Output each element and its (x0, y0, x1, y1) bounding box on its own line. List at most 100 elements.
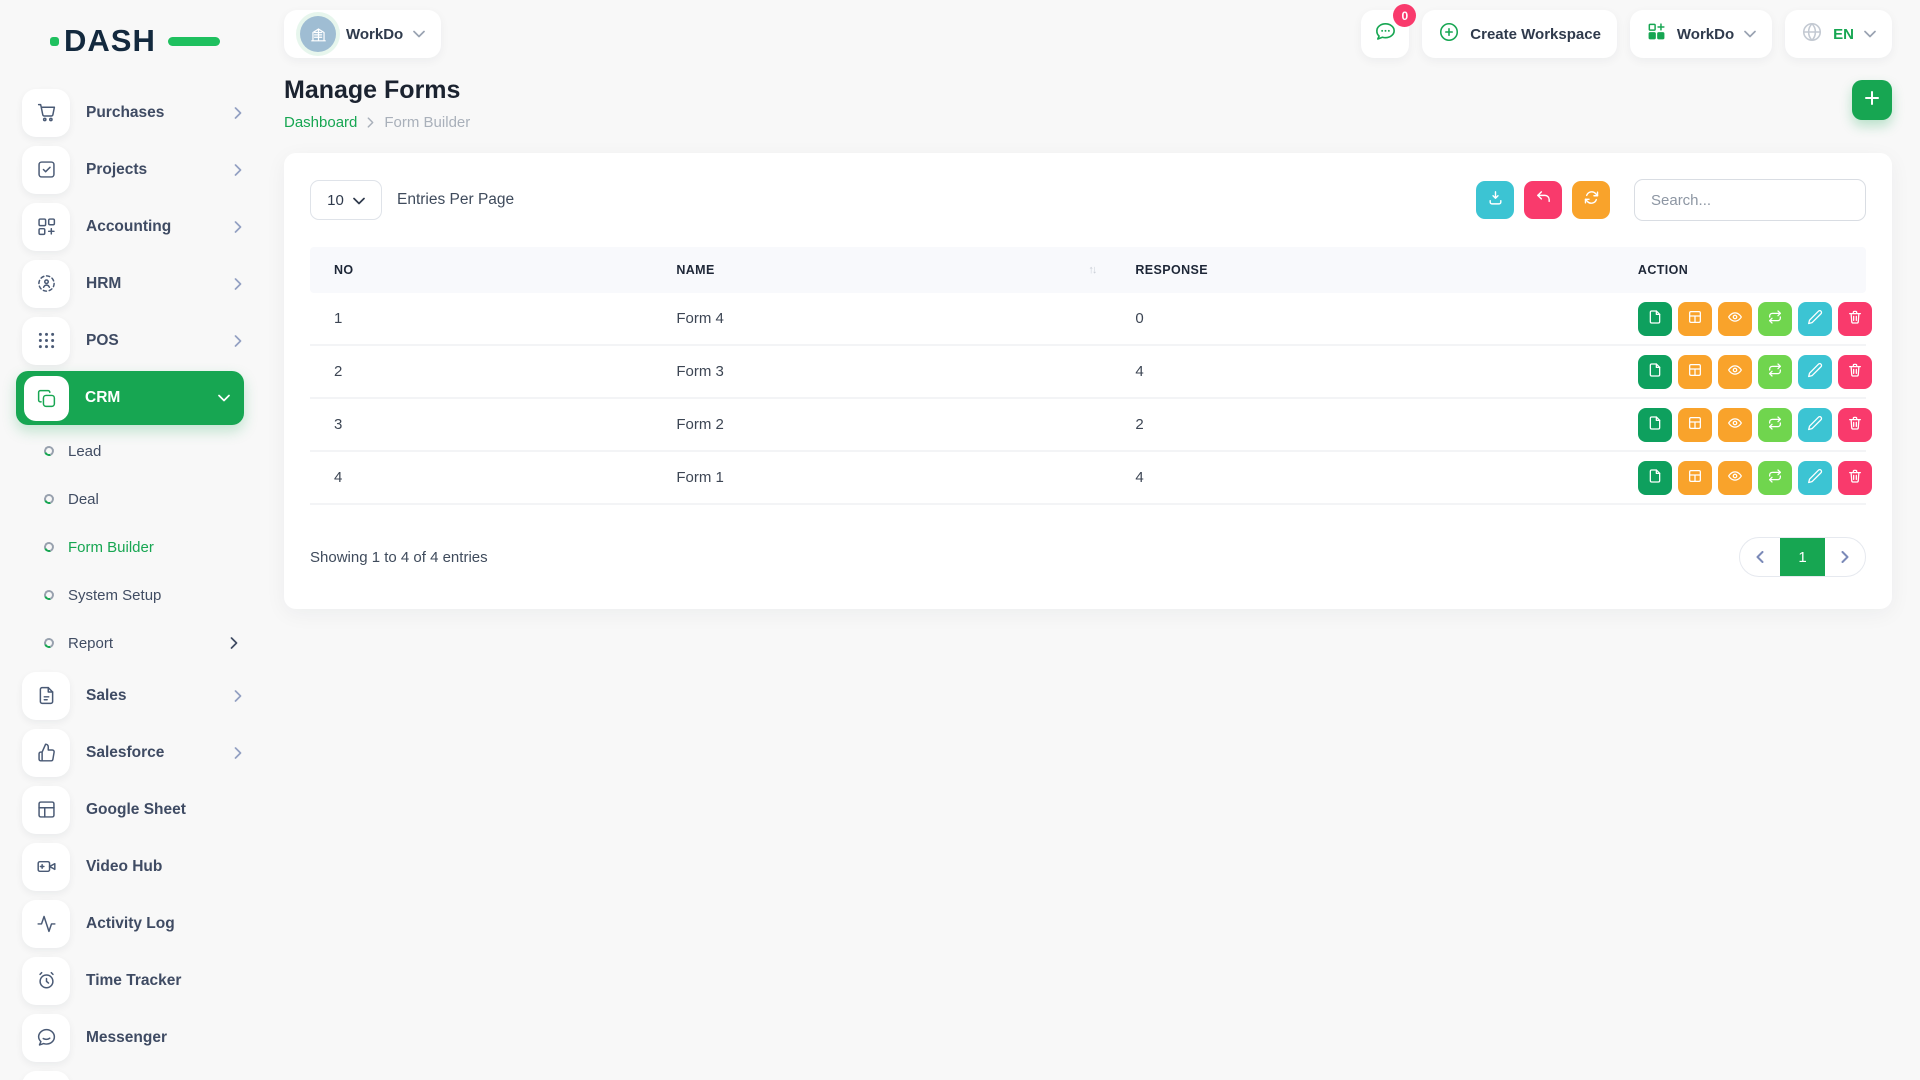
next-page-button[interactable] (1825, 538, 1865, 576)
eye-icon (1727, 468, 1743, 488)
sidebar-item-hrm[interactable]: HRM (0, 255, 258, 312)
language-selector[interactable]: EN (1785, 10, 1892, 58)
edit-button[interactable] (1798, 461, 1832, 495)
breadcrumb-dashboard-link[interactable]: Dashboard (284, 114, 357, 131)
sidebar-subitem-system-setup[interactable]: System Setup (0, 571, 258, 619)
column-header-response[interactable]: RESPONSE (1111, 263, 1614, 277)
sidebar-item-label: Google Sheet (86, 801, 186, 819)
create-workspace-button[interactable]: Create Workspace (1422, 10, 1617, 58)
column-header-no[interactable]: NO (310, 263, 652, 277)
sidebar-item-pos[interactable]: POS (0, 312, 258, 369)
edit-button[interactable] (1798, 408, 1832, 442)
fields-button[interactable] (1678, 302, 1712, 336)
previous-page-button[interactable] (1740, 538, 1780, 576)
entries-button[interactable] (1638, 461, 1672, 495)
convert-button[interactable] (1758, 461, 1792, 495)
undo-icon (1535, 189, 1552, 211)
edit-button[interactable] (1798, 355, 1832, 389)
sidebar-item-label: Accounting (86, 218, 171, 236)
sidebar-item-sales[interactable]: Sales (0, 667, 258, 724)
file-text-icon (22, 672, 70, 720)
sidebar-item-time-tracker[interactable]: Time Tracker (0, 952, 258, 1009)
sidebar-item-projects[interactable]: Projects (0, 141, 258, 198)
sidebar-item-video-hub[interactable]: Video Hub (0, 838, 258, 895)
page-number-button[interactable]: 1 (1780, 538, 1825, 576)
sidebar-item-label: Messenger (86, 1029, 167, 1047)
sidebar-item-accounting[interactable]: Accounting (0, 198, 258, 255)
entries-button[interactable] (1638, 355, 1672, 389)
fields-button[interactable] (1678, 408, 1712, 442)
forms-card: 10 Entries Per Page NO NAME ↑↓ (284, 153, 1892, 609)
eye-icon (1727, 415, 1743, 435)
workdo-menu-button[interactable]: WorkDo (1630, 10, 1772, 58)
convert-button[interactable] (1758, 302, 1792, 336)
sidebar-item-messenger[interactable]: Messenger (0, 1009, 258, 1066)
workspace-selector[interactable]: WorkDo (284, 10, 441, 58)
chevron-down-icon (413, 25, 425, 43)
sidebar-item-activity-log[interactable]: Activity Log (0, 895, 258, 952)
cell-name: Form 1 (652, 469, 1111, 486)
sidebar-subitem-form-builder[interactable]: Form Builder (0, 523, 258, 571)
chevron-right-icon (234, 747, 242, 759)
fields-button[interactable] (1678, 355, 1712, 389)
column-header-name-label: NAME (676, 263, 714, 277)
entries-button[interactable] (1638, 408, 1672, 442)
sidebar-subitem-label: Form Builder (68, 539, 154, 556)
sidebar-item-label: Time Tracker (86, 972, 181, 990)
edit-button[interactable] (1798, 302, 1832, 336)
view-button[interactable] (1718, 408, 1752, 442)
trash-icon (1847, 362, 1863, 382)
shuffle-icon (1767, 309, 1783, 329)
cell-response: 2 (1111, 416, 1614, 433)
chevron-right-icon (234, 278, 242, 290)
fields-button[interactable] (1678, 461, 1712, 495)
page-title: Manage Forms (284, 76, 470, 105)
sidebar-item-vehicle-inspection[interactable]: Vehicle Inspection (0, 1066, 258, 1080)
sidebar-subitem-lead[interactable]: Lead (0, 427, 258, 475)
search-input[interactable] (1634, 179, 1866, 221)
delete-button[interactable] (1838, 408, 1872, 442)
add-form-button[interactable] (1852, 80, 1892, 120)
export-button[interactable] (1476, 181, 1514, 219)
cell-name: Form 4 (652, 310, 1111, 327)
delete-button[interactable] (1838, 302, 1872, 336)
page-head: Manage Forms Dashboard Form Builder (258, 68, 1920, 131)
activity-icon (22, 900, 70, 948)
refresh-button[interactable] (1572, 181, 1610, 219)
circle-icon (42, 636, 55, 649)
delete-button[interactable] (1838, 355, 1872, 389)
entries-button[interactable] (1638, 302, 1672, 336)
brand-logo[interactable]: DASH (64, 22, 214, 60)
workspace-avatar (300, 16, 336, 52)
pagination: 1 (1739, 537, 1866, 577)
column-header-name[interactable]: NAME ↑↓ (652, 263, 1111, 277)
convert-button[interactable] (1758, 355, 1792, 389)
circle-icon (42, 444, 55, 457)
card-toolbar: 10 Entries Per Page (310, 179, 1866, 221)
convert-button[interactable] (1758, 408, 1792, 442)
topbar-right: 0 Create Workspace WorkDo EN (1361, 10, 1892, 58)
plus-circle-icon (1438, 21, 1460, 48)
sidebar-item-google-sheet[interactable]: Google Sheet (0, 781, 258, 838)
file-icon (1647, 362, 1663, 382)
entries-select[interactable]: 10 (310, 180, 382, 220)
sidebar-subitem-report[interactable]: Report (0, 619, 258, 667)
cell-name: Form 2 (652, 416, 1111, 433)
reset-button[interactable] (1524, 181, 1562, 219)
chevron-right-icon (367, 117, 374, 128)
view-button[interactable] (1718, 355, 1752, 389)
shuffle-icon (1767, 468, 1783, 488)
thumbs-up-icon (22, 729, 70, 777)
pencil-icon (1807, 415, 1823, 435)
sidebar: DASH Purchases Projects Accounting HRM P… (0, 0, 258, 1080)
sidebar-subitem-deal[interactable]: Deal (0, 475, 258, 523)
sort-icon[interactable]: ↑↓ (1088, 264, 1095, 276)
sidebar-item-salesforce[interactable]: Salesforce (0, 724, 258, 781)
view-button[interactable] (1718, 302, 1752, 336)
sidebar-item-crm[interactable]: CRM (16, 371, 244, 425)
topbar: WorkDo 0 Create Workspace WorkDo (258, 0, 1920, 68)
sidebar-item-purchases[interactable]: Purchases (0, 84, 258, 141)
view-button[interactable] (1718, 461, 1752, 495)
notifications-button[interactable]: 0 (1361, 10, 1409, 58)
delete-button[interactable] (1838, 461, 1872, 495)
